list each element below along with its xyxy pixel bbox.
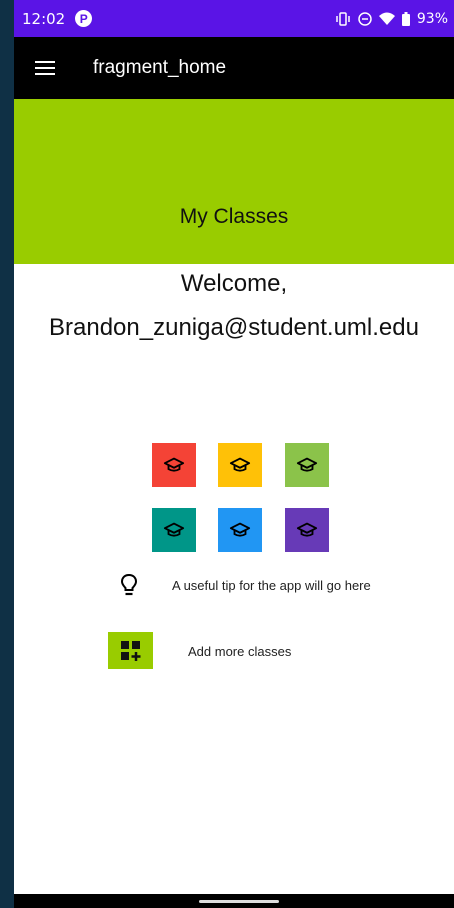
class-button-2[interactable] [218,443,262,487]
home-gesture-handle[interactable] [199,900,279,903]
graduation-cap-icon [229,454,251,476]
status-icons: 93% [335,11,448,27]
graduation-cap-icon [296,454,318,476]
lightbulb-icon [120,573,138,596]
welcome-text: Welcome, [180,270,288,297]
app-bar: fragment_home [14,37,454,99]
graduation-cap-icon [296,519,318,541]
status-time: 12:02 [22,9,66,28]
app-bar-title: fragment_home [93,57,227,78]
graduation-cap-icon [163,519,185,541]
class-button-4[interactable] [152,508,196,552]
vibrate-icon [336,11,350,26]
add-grid-icon [120,640,140,661]
navigation-bar [14,894,454,908]
do-not-disturb-icon [358,11,372,26]
class-button-6[interactable] [285,508,329,552]
add-classes-button[interactable] [108,632,153,669]
status-bar: 12:02 P 93% [14,0,454,37]
banner-title: My Classes [179,205,289,228]
wifi-icon [378,12,395,25]
battery-icon [401,11,410,26]
banner: My Classes [14,99,454,264]
class-button-5[interactable] [218,508,262,552]
phone-screen: 12:02 P 93% fragment_home My Classes Wel… [14,0,454,908]
add-classes-label[interactable]: Add more classes [188,644,291,659]
battery-percent: 93% [416,10,448,27]
tip-text: A useful tip for the app will go here [172,578,371,593]
graduation-cap-icon [163,454,185,476]
user-email: Brandon_zuniga@student.uml.edu [49,314,419,341]
graduation-cap-icon [229,519,251,541]
app-notification-icon: P [75,10,93,27]
class-button-1[interactable] [152,443,196,487]
hamburger-menu-icon[interactable] [35,61,55,75]
class-button-3[interactable] [285,443,329,487]
